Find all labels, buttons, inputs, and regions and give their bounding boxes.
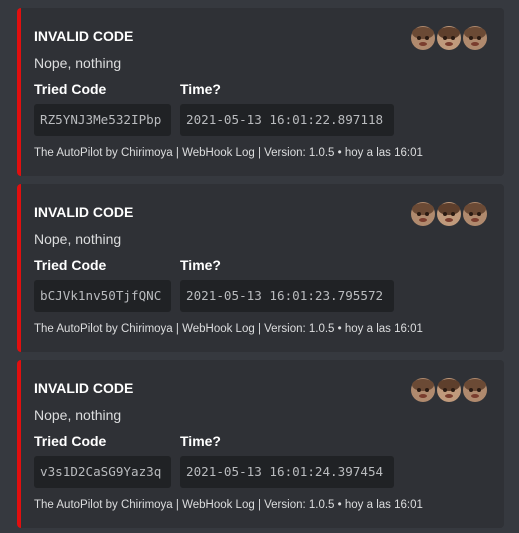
- embed-title: INVALID CODE: [34, 204, 134, 220]
- webhook-embed: INVALID CODE Nope, nothing Tried Code Ti…: [17, 360, 504, 528]
- time-field-name: Time?: [180, 433, 221, 449]
- emoji-faces-thumbnail-icon[interactable]: [410, 25, 488, 51]
- embed-footer: The AutoPilot by Chirimoya | WebHook Log…: [34, 147, 423, 159]
- embed-footer: The AutoPilot by Chirimoya | WebHook Log…: [34, 499, 423, 511]
- tried-code-value: bCJVk1nv50TjfQNC: [34, 280, 171, 312]
- tried-code-value: v3s1D2CaSG9Yaz3q: [34, 456, 171, 488]
- embed-description: Nope, nothing: [34, 407, 122, 423]
- webhook-embed: INVALID CODE Nope, nothing Tried Code Ti…: [17, 184, 504, 352]
- embed-title: INVALID CODE: [34, 28, 134, 44]
- tried-code-value: RZ5YNJ3Me532IPbp: [34, 104, 171, 136]
- embed-description: Nope, nothing: [34, 55, 122, 71]
- time-value: 2021-05-13 16:01:22.897118: [180, 104, 394, 136]
- tried-code-field-name: Tried Code: [34, 257, 107, 273]
- embed-footer: The AutoPilot by Chirimoya | WebHook Log…: [34, 323, 423, 335]
- emoji-faces-thumbnail-icon[interactable]: [410, 201, 488, 227]
- webhook-embed: INVALID CODE Nope, nothing Tried Code Ti…: [17, 8, 504, 176]
- embed-title: INVALID CODE: [34, 380, 134, 396]
- time-value: 2021-05-13 16:01:23.795572: [180, 280, 394, 312]
- time-field-name: Time?: [180, 257, 221, 273]
- tried-code-field-name: Tried Code: [34, 81, 107, 97]
- time-value: 2021-05-13 16:01:24.397454: [180, 456, 394, 488]
- tried-code-field-name: Tried Code: [34, 433, 107, 449]
- embed-description: Nope, nothing: [34, 231, 122, 247]
- time-field-name: Time?: [180, 81, 221, 97]
- emoji-faces-thumbnail-icon[interactable]: [410, 377, 488, 403]
